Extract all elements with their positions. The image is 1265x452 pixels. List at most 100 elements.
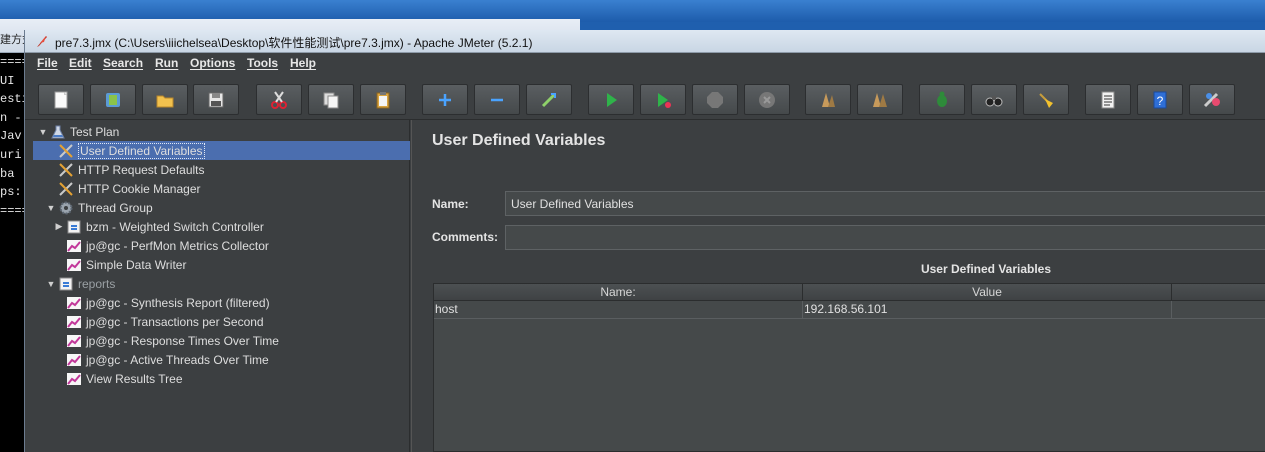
tree-item-view-results-tree[interactable]: View Results Tree (65, 369, 183, 388)
page-title: User Defined Variables (432, 132, 606, 149)
new-icon (54, 91, 68, 108)
jmeter-window: pre7.3.jmx (C:\Users\iiichelsea\Desktop\… (24, 30, 1265, 452)
tree-item-test-plan[interactable]: ▼ Test Plan (37, 122, 120, 141)
save-icon (208, 92, 224, 107)
tree-item-label: Test Plan (70, 124, 120, 139)
paste-icon (376, 91, 390, 108)
graph-listener-icon (65, 313, 83, 330)
graph-listener-icon (65, 294, 83, 311)
tree-item-perfmon-metrics-collector[interactable]: jp@gc - PerfMon Metrics Collector (65, 236, 269, 255)
comments-field[interactable] (505, 225, 1265, 250)
start-button[interactable] (588, 84, 634, 115)
menu-help[interactable]: Help (290, 56, 316, 70)
tree-item-response-times-over-time[interactable]: jp@gc - Response Times Over Time (65, 331, 279, 350)
wrench-icon (57, 142, 75, 159)
copy-button[interactable] (308, 84, 354, 115)
clear-all-button[interactable] (1023, 84, 1069, 115)
tree-item-simple-data-writer[interactable]: Simple Data Writer (65, 255, 186, 274)
search-button[interactable] (971, 84, 1017, 115)
graph-listener-icon (65, 332, 83, 349)
graph-listener-icon (65, 256, 83, 273)
menu-edit[interactable]: Edit (69, 56, 92, 70)
tree-item-label: jp@gc - Transactions per Second (86, 314, 264, 329)
test-plan-tree: ▼ Test Plan User Defined Variables HTTP … (33, 120, 410, 452)
tree-item-label: User Defined Variables (78, 142, 205, 159)
wrench-icon (57, 180, 75, 197)
menu-search[interactable]: Search (103, 56, 143, 70)
menu-file[interactable]: File (37, 56, 58, 70)
remote-stop-button[interactable] (857, 84, 903, 115)
wrench-icon (57, 161, 75, 178)
tree-item-transactions-per-second[interactable]: jp@gc - Transactions per Second (65, 312, 264, 331)
toggle-button[interactable] (526, 84, 572, 115)
list-icon (1101, 91, 1115, 108)
table-cell-value[interactable]: 192.168.56.101 (803, 301, 1172, 319)
paste-button[interactable] (360, 84, 406, 115)
open-button[interactable] (142, 84, 188, 115)
cut-button[interactable] (256, 84, 302, 115)
menu-tools[interactable]: Tools (247, 56, 278, 70)
remote-start-icon (822, 92, 835, 107)
remote-exit-icon (1203, 92, 1220, 107)
stop-button[interactable] (692, 84, 738, 115)
remote-exit-button[interactable] (1189, 84, 1235, 115)
clear-icon (937, 91, 947, 107)
tree-item-active-threads-over-time[interactable]: jp@gc - Active Threads Over Time (65, 350, 269, 369)
tree-item-label: jp@gc - Active Threads Over Time (86, 352, 269, 367)
expand-arrow-icon[interactable]: ▼ (45, 279, 57, 289)
tree-item-label: Thread Group (78, 200, 153, 215)
tree-item-label: jp@gc - Synthesis Report (filtered) (86, 295, 270, 310)
table-cell-extra[interactable] (1172, 301, 1265, 319)
tree-item-label: reports (78, 276, 116, 291)
help-button[interactable]: ? (1137, 84, 1183, 115)
tree-item-synthesis-report[interactable]: jp@gc - Synthesis Report (filtered) (65, 293, 270, 312)
tree-item-reports[interactable]: ▼ reports (45, 274, 116, 293)
variables-table-caption: User Defined Variables (920, 262, 1052, 276)
window-titlebar[interactable]: pre7.3.jmx (C:\Users\iiichelsea\Desktop\… (25, 30, 1265, 53)
split-pane-divider[interactable] (411, 120, 416, 452)
tree-item-http-request-defaults[interactable]: HTTP Request Defaults (57, 160, 205, 179)
cut-icon (271, 90, 287, 109)
tree-item-thread-group[interactable]: ▼ Thread Group (45, 198, 153, 217)
collapsed-arrow-icon[interactable]: ▶ (53, 221, 65, 232)
column-header-name[interactable]: Name: (434, 284, 803, 301)
graph-listener-icon (65, 370, 83, 387)
table-cell-name[interactable]: host (434, 301, 803, 319)
svg-text:?: ? (1157, 94, 1164, 108)
controller-icon (57, 275, 75, 292)
expand-arrow-icon[interactable]: ▼ (45, 203, 57, 213)
shutdown-button[interactable] (744, 84, 790, 115)
collapse-icon (491, 98, 503, 101)
function-helper-button[interactable] (1085, 84, 1131, 115)
new-button[interactable] (38, 84, 84, 115)
name-field[interactable] (505, 191, 1265, 216)
remote-stop-icon (873, 92, 887, 107)
tree-item-weighted-switch-controller[interactable]: ▶ bzm - Weighted Switch Controller (53, 217, 264, 236)
tree-item-label: HTTP Request Defaults (78, 162, 205, 177)
clear-button[interactable] (919, 84, 965, 115)
broom-icon (1039, 92, 1053, 108)
flask-icon (49, 123, 67, 140)
tree-item-user-defined-variables[interactable]: User Defined Variables (57, 141, 205, 160)
tree-item-label: bzm - Weighted Switch Controller (86, 219, 264, 234)
tree-item-label: View Results Tree (86, 371, 183, 386)
expand-button[interactable] (422, 84, 468, 115)
save-button[interactable] (193, 84, 239, 115)
start-no-pauses-button[interactable] (640, 84, 686, 115)
shutdown-icon (759, 91, 775, 108)
menu-options[interactable]: Options (190, 56, 235, 70)
window-title: pre7.3.jmx (C:\Users\iiichelsea\Desktop\… (55, 36, 533, 50)
expand-arrow-icon[interactable]: ▼ (37, 127, 49, 137)
toggle-icon (541, 92, 557, 107)
menu-run[interactable]: Run (155, 56, 178, 70)
tree-item-http-cookie-manager[interactable]: HTTP Cookie Manager (57, 179, 201, 198)
column-header-extra[interactable] (1172, 284, 1265, 301)
templates-button[interactable] (90, 84, 136, 115)
column-header-value[interactable]: Value (803, 284, 1172, 301)
templates-icon (106, 92, 120, 107)
help-icon: ? (1153, 91, 1167, 108)
start-icon (607, 92, 617, 107)
collapse-button[interactable] (474, 84, 520, 115)
remote-start-button[interactable] (805, 84, 851, 115)
binoculars-icon (985, 95, 1003, 106)
